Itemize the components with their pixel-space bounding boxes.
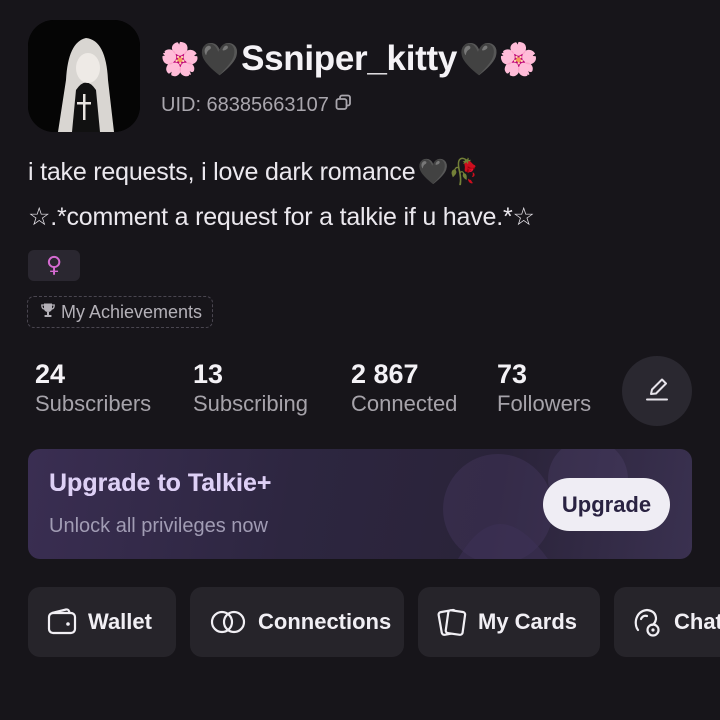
stat-subscribing[interactable]: 13 Subscribing xyxy=(193,358,308,418)
uid-row[interactable]: UID: 68385663107 xyxy=(161,92,352,118)
edit-profile-button[interactable] xyxy=(622,356,692,426)
avatar[interactable] xyxy=(28,20,140,132)
profile-name: 🌸🖤 Ssniper_kitty 🖤🌸 xyxy=(160,36,538,82)
username: Ssniper_kitty xyxy=(241,39,458,78)
trophy-icon xyxy=(40,302,56,323)
bio-line-2: ☆.*comment a request for a talkie if u h… xyxy=(28,202,535,232)
stat-label: Subscribers xyxy=(35,391,152,416)
stat-followers[interactable]: 73 Followers xyxy=(497,358,591,418)
chat-label: Chat xyxy=(674,609,720,634)
stat-value: 2 867 xyxy=(351,359,419,389)
connections-label: Connections xyxy=(258,609,392,634)
female-icon: ♀ xyxy=(45,253,63,278)
bio-emoji: 🖤🥀 xyxy=(417,158,480,186)
stat-connected[interactable]: 2 867 Connected xyxy=(351,358,457,418)
wallet-button[interactable]: Wallet xyxy=(28,587,176,657)
stat-subscribers[interactable]: 24 Subscribers xyxy=(35,358,151,418)
upgrade-subtitle: Unlock all privileges now xyxy=(49,515,268,537)
avatar-image xyxy=(28,20,140,132)
achievements-button[interactable]: My Achievements xyxy=(27,296,214,328)
stat-value: 73 xyxy=(497,359,528,389)
connections-icon xyxy=(208,606,248,638)
bio-text-2: ☆.*comment a request for a talkie if u h… xyxy=(28,203,535,231)
stat-value: 24 xyxy=(35,359,66,389)
stat-label: Subscribing xyxy=(193,391,308,416)
stat-label: Followers xyxy=(497,391,592,416)
wallet-label: Wallet xyxy=(88,609,152,634)
wallet-icon xyxy=(46,606,78,638)
achievements-label: My Achievements xyxy=(61,301,203,322)
stat-label: Connected xyxy=(351,391,458,416)
bio-line-1: i take requests, i love dark romance 🖤🥀 xyxy=(28,158,479,187)
my-cards-button[interactable]: My Cards xyxy=(418,587,600,657)
cards-icon xyxy=(436,606,468,638)
name-decoration-right: 🖤🌸 xyxy=(459,41,539,77)
upgrade-title: Upgrade to Talkie+ xyxy=(49,469,272,497)
my-cards-label: My Cards xyxy=(478,609,578,634)
upgrade-button[interactable]: Upgrade xyxy=(543,478,670,531)
uid-text: UID: 68385663107 xyxy=(161,93,329,116)
bio-text-1: i take requests, i love dark romance xyxy=(28,158,416,186)
name-decoration-left: 🌸🖤 xyxy=(160,41,240,77)
chat-icon xyxy=(632,606,664,638)
chat-button[interactable]: Chat xyxy=(614,587,720,657)
copy-icon[interactable] xyxy=(335,94,352,117)
connections-button[interactable]: Connections xyxy=(190,587,404,657)
upgrade-banner[interactable]: Upgrade to Talkie+ Unlock all privileges… xyxy=(28,449,692,559)
gender-badge: ♀ xyxy=(28,250,80,281)
stat-value: 13 xyxy=(193,359,224,389)
edit-icon xyxy=(643,375,671,408)
